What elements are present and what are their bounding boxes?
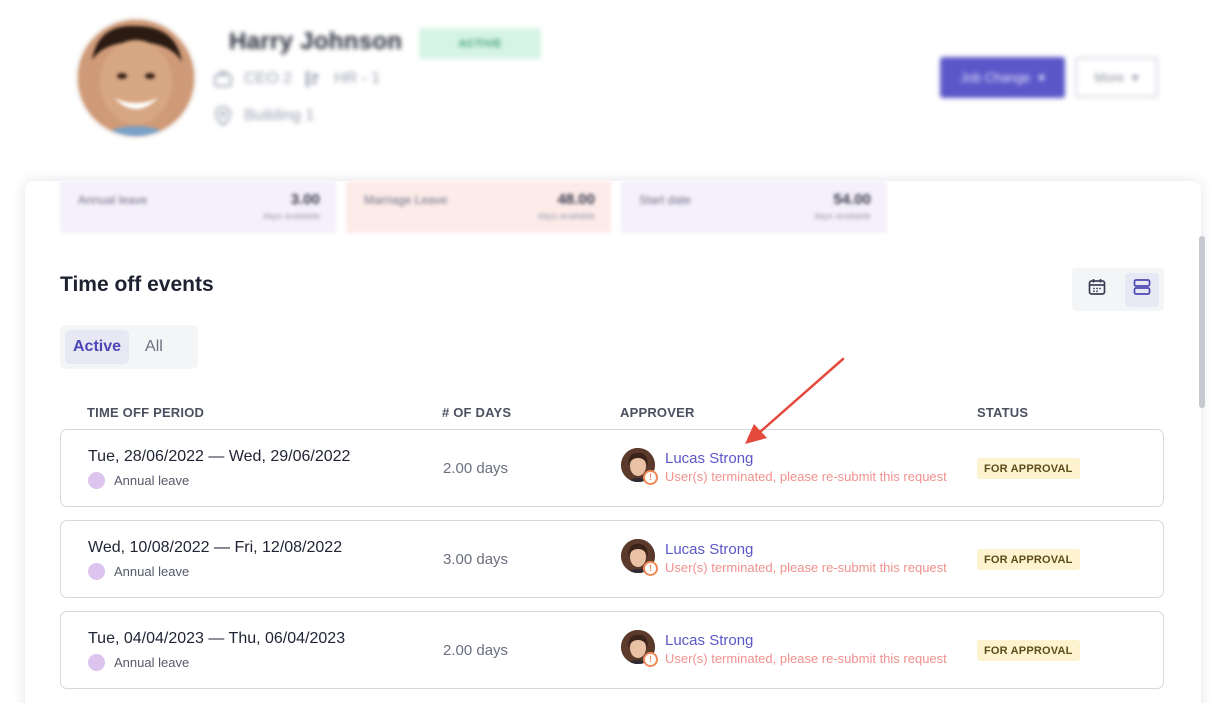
list-view-icon (1132, 277, 1152, 302)
more-button[interactable]: More ▾ (1075, 57, 1158, 98)
approver-name[interactable]: Lucas Strong (665, 450, 753, 467)
employee-meta-row: CEO 2 HR - 1 (212, 68, 380, 90)
chevron-down-icon: ▾ (1132, 69, 1139, 85)
tab-all[interactable]: All (137, 330, 171, 364)
warning-icon: ! (643, 561, 658, 576)
balance-value: 54.00 (833, 191, 871, 208)
leave-type: Annual leave (88, 472, 189, 489)
balance-card[interactable]: Annual leave 3.00 days available (60, 181, 336, 233)
profile-header: Harry Johnson ACTIVE CEO 2 HR - 1 Buildi… (0, 0, 1211, 170)
view-toggle (1072, 268, 1164, 311)
approver-warning-text: User(s) terminated, please re-submit thi… (665, 560, 947, 575)
balance-card[interactable]: Marriage Leave 48.00 days available (346, 181, 611, 233)
employee-location-row: Building 1 (212, 105, 314, 127)
balance-name: Annual leave (78, 193, 148, 207)
time-off-period: Wed, 10/08/2022 — Fri, 12/08/2022 (88, 539, 343, 556)
status-badge: FOR APPROVAL (977, 640, 1080, 661)
balance-sub: days available (813, 211, 871, 221)
column-header-approver: APPROVER (620, 405, 695, 420)
briefcase-icon (212, 68, 234, 90)
table-row[interactable]: Tue, 28/06/2022 — Wed, 29/06/2022 Annual… (60, 429, 1164, 507)
approver-name[interactable]: Lucas Strong (665, 541, 753, 558)
column-header-status: STATUS (977, 405, 1029, 420)
time-off-period: Tue, 04/04/2023 — Thu, 06/04/2023 (88, 630, 346, 647)
balance-name: Marriage Leave (364, 193, 448, 207)
employee-profile-page: Harry Johnson ACTIVE CEO 2 HR - 1 Buildi… (0, 0, 1211, 703)
column-header-days: # OF DAYS (442, 405, 512, 420)
leave-type: Annual leave (88, 654, 189, 671)
column-header-period: TIME OFF PERIOD (87, 405, 205, 420)
employee-name: Harry Johnson (229, 28, 403, 55)
chevron-down-icon: ▾ (1038, 69, 1045, 85)
leave-type-dot (88, 472, 105, 489)
days-count: 2.00 days (443, 642, 509, 659)
warning-icon: ! (643, 652, 658, 667)
balance-card[interactable]: Start date 54.00 days available (621, 181, 887, 233)
employee-position: CEO 2 (244, 70, 293, 87)
tab-active[interactable]: Active (65, 330, 130, 364)
section-title: Time off events (60, 273, 214, 296)
more-label: More (1094, 70, 1125, 85)
balance-value: 3.00 (290, 191, 320, 208)
job-change-button[interactable]: Job Change ▾ (940, 57, 1065, 98)
leave-type-label: Annual leave (114, 473, 190, 488)
balance-name: Start date (639, 193, 692, 207)
leave-type-dot (88, 563, 105, 580)
balance-sub: days available (537, 211, 595, 221)
leave-type-label: Annual leave (114, 564, 190, 579)
calendar-view-button[interactable] (1080, 273, 1114, 307)
warning-icon: ! (643, 470, 658, 485)
scrollbar[interactable] (1199, 236, 1205, 408)
job-change-label: Job Change (960, 70, 1031, 85)
status-badge: FOR APPROVAL (977, 549, 1080, 570)
leave-type-label: Annual leave (114, 655, 190, 670)
filter-tabs: Active All (60, 325, 198, 369)
status-badge: FOR APPROVAL (977, 458, 1080, 479)
balance-value: 48.00 (557, 191, 595, 208)
approver-name[interactable]: Lucas Strong (665, 632, 753, 649)
leave-balances: Annual leave 3.00 days available Marriag… (60, 181, 887, 233)
table-row[interactable]: Wed, 10/08/2022 — Fri, 12/08/2022 Annual… (60, 520, 1164, 598)
employee-status-badge: ACTIVE (419, 28, 541, 59)
time-off-period: Tue, 28/06/2022 — Wed, 29/06/2022 (88, 448, 351, 465)
approver-warning-text: User(s) terminated, please re-submit thi… (665, 651, 947, 666)
employee-department: HR - 1 (334, 70, 381, 87)
approver-avatar-wrap: ! (621, 539, 658, 576)
table-row[interactable]: Tue, 04/04/2023 — Thu, 06/04/2023 Annual… (60, 611, 1164, 689)
list-view-button[interactable] (1125, 272, 1159, 307)
leave-type-dot (88, 654, 105, 671)
location-pin-icon (212, 105, 234, 127)
org-chart-icon (302, 68, 324, 90)
days-count: 2.00 days (443, 460, 509, 477)
balance-sub: days available (262, 211, 320, 221)
approver-avatar-wrap: ! (621, 630, 658, 667)
employee-avatar (78, 20, 194, 136)
employee-location: Building 1 (244, 107, 315, 124)
days-count: 3.00 days (443, 551, 509, 568)
calendar-icon (1087, 277, 1107, 302)
approver-avatar-wrap: ! (621, 448, 658, 485)
leave-type: Annual leave (88, 563, 189, 580)
approver-warning-text: User(s) terminated, please re-submit thi… (665, 469, 947, 484)
